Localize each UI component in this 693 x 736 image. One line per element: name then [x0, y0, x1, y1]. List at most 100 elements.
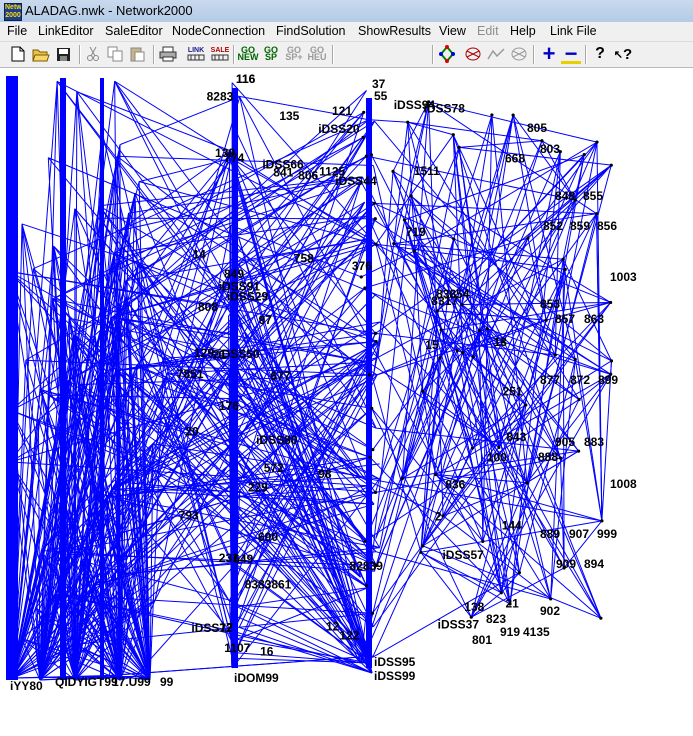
go-new-button[interactable]: GO NEW — [238, 44, 259, 64]
network-node — [461, 350, 465, 355]
new-file-icon[interactable] — [8, 44, 28, 64]
network-node — [594, 212, 599, 216]
network-node — [608, 300, 613, 305]
network-link — [526, 373, 612, 484]
node-label: 8283 — [207, 89, 234, 103]
network-view-icon[interactable] — [463, 44, 483, 64]
go-heu-button[interactable]: GO HEU — [307, 44, 327, 64]
graph-line-icon[interactable] — [486, 44, 506, 64]
app-icon[interactable]: Network 2000 — [4, 3, 22, 21]
network-node — [577, 397, 581, 402]
node-label: iDSS94 — [394, 98, 436, 112]
menu-link-editor[interactable]: LinkEditor — [38, 24, 94, 38]
node-label: 98 — [318, 467, 332, 481]
copy-icon[interactable] — [105, 44, 125, 64]
menu-help[interactable]: Help — [510, 24, 536, 38]
network-node — [359, 275, 363, 279]
network-node — [392, 242, 396, 246]
sale-editor-button[interactable]: SALE — [210, 44, 230, 64]
network-node — [573, 357, 577, 362]
node-label: 21 — [506, 597, 520, 611]
go-sp-button[interactable]: GO SP — [261, 44, 281, 64]
cut-icon[interactable] — [83, 44, 103, 64]
network-graph[interactable]: 1161211107212375511251413162180580312910… — [0, 68, 693, 736]
node-label: 121 — [332, 104, 352, 118]
network-node — [371, 448, 375, 452]
printer-icon[interactable] — [158, 44, 178, 64]
zoom-in-button[interactable]: + — [539, 41, 559, 66]
menu-find-solution[interactable]: FindSolution — [276, 24, 346, 38]
network-node — [561, 257, 565, 261]
open-folder-icon[interactable] — [31, 44, 51, 64]
go-sp-plus-button[interactable]: GO SP+ — [284, 44, 304, 64]
zoom-out-button[interactable]: − — [561, 41, 581, 66]
network-node — [549, 597, 553, 601]
node-label: 859 — [570, 219, 590, 233]
node-label: 889 — [540, 527, 560, 541]
title-bar: Network 2000 ALADAG.nwk - Network2000 — [0, 0, 693, 23]
network-node — [524, 403, 528, 407]
network-node — [525, 481, 529, 485]
context-help-button[interactable]: ↖? — [613, 44, 633, 64]
network-node — [363, 286, 367, 290]
help-button[interactable]: ? — [590, 44, 610, 64]
paste-icon[interactable] — [127, 44, 147, 64]
network-gray-icon[interactable] — [509, 44, 529, 64]
node-label: 899 — [598, 373, 618, 387]
menu-show-results[interactable]: ShowResults — [358, 24, 431, 38]
network-link — [372, 243, 395, 376]
network-node — [368, 455, 372, 459]
network-node — [373, 217, 377, 221]
network-canvas[interactable]: 116 121 1107 2 12 37 55 1125 14 13 16 21 805 803 129 10… — [0, 68, 693, 736]
link-editor-button[interactable]: LINK — [186, 44, 206, 64]
node-label: 909 — [556, 557, 576, 571]
node-route-icon[interactable] — [437, 44, 457, 64]
node-label: 14 — [193, 247, 207, 261]
network-node — [470, 446, 475, 450]
node-label: 849 — [224, 267, 244, 281]
network-node — [526, 236, 530, 240]
node-label: 857 — [555, 312, 575, 326]
node-label: iDSS20 — [318, 122, 360, 136]
node-label: 836 — [445, 477, 465, 491]
link-button-label: LINK — [187, 47, 205, 54]
node-label: iDSS72 — [191, 621, 233, 635]
network-link — [459, 140, 542, 148]
menu-link-file[interactable]: Link File — [550, 24, 597, 38]
network-link — [392, 171, 458, 351]
save-disk-icon[interactable] — [53, 44, 73, 64]
node-label: 2 — [435, 509, 442, 523]
menu-node-connection[interactable]: NodeConnection — [172, 24, 265, 38]
node-label: 55 — [374, 89, 388, 103]
network-node — [544, 318, 548, 322]
network-node — [421, 544, 425, 548]
node-label: 848 — [555, 189, 575, 203]
menu-view[interactable]: View — [439, 24, 466, 38]
node-label: 8383861 — [245, 577, 292, 591]
node-label: 229 — [248, 480, 268, 494]
network-node — [364, 584, 369, 588]
node-label: 4135 — [523, 625, 550, 639]
node-label: 176 — [219, 399, 239, 413]
network-link — [139, 181, 377, 245]
network-node — [452, 237, 456, 241]
menu-edit[interactable]: Edit — [477, 24, 499, 38]
network-node — [372, 201, 376, 205]
node-label: iDSS37 — [438, 618, 480, 632]
network-node — [609, 163, 613, 167]
node-label: iYY80 — [10, 679, 43, 693]
network-node — [451, 133, 455, 137]
menu-sale-editor[interactable]: SaleEditor — [105, 24, 163, 38]
network-node — [511, 113, 515, 117]
node-label: 808 — [198, 300, 218, 314]
node-label: 572 — [264, 461, 284, 475]
node-label: 122 — [339, 629, 359, 643]
menu-file[interactable]: File — [7, 24, 27, 38]
sale-button-label: SALE — [210, 47, 230, 54]
node-label: 251 — [503, 384, 523, 398]
network-node — [419, 550, 423, 554]
network-node — [374, 242, 378, 246]
node-label: 803 — [540, 142, 560, 156]
node-label: 144 — [502, 519, 522, 533]
network-link — [377, 357, 511, 605]
